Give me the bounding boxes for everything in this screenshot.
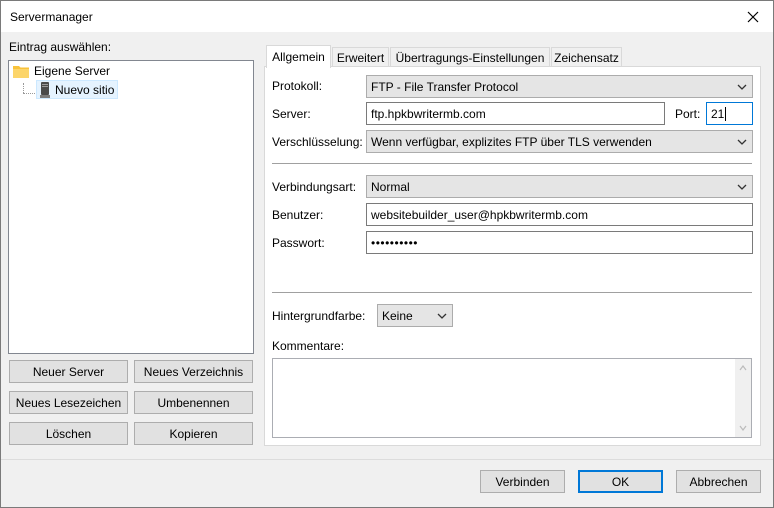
text-cursor (725, 106, 727, 121)
tab-advanced[interactable]: Erweitert (332, 47, 389, 67)
user-label: Benutzer: (272, 208, 324, 222)
new-folder-button[interactable]: Neues Verzeichnis (134, 360, 253, 383)
chevron-down-icon (737, 184, 747, 190)
tab-general[interactable]: Allgemein (266, 45, 331, 68)
tree-item-label: Nuevo sitio (55, 82, 115, 97)
password-input[interactable]: •••••••••• (366, 231, 753, 254)
chevron-down-icon (737, 139, 747, 145)
logon-type-label: Verbindungsart: (272, 180, 357, 194)
protocol-value: FTP - File Transfer Protocol (371, 79, 519, 94)
tree-item-label: Eigene Server (34, 64, 111, 78)
user-input[interactable]: websitebuilder_user@hpkbwritermb.com (366, 203, 753, 226)
connect-button[interactable]: Verbinden (480, 470, 565, 493)
window-title: Servermanager (10, 10, 93, 24)
scroll-up-icon[interactable] (738, 363, 748, 373)
tab-charset[interactable]: Zeichensatz (551, 47, 622, 67)
comments-textarea[interactable] (272, 358, 752, 438)
delete-button[interactable]: Löschen (9, 422, 128, 445)
separator (272, 163, 752, 164)
cancel-button[interactable]: Abbrechen (676, 470, 761, 493)
encryption-select[interactable]: Wenn verfügbar, explizites FTP über TLS … (366, 130, 753, 153)
background-color-select[interactable]: Keine (377, 304, 453, 327)
select-entry-label: Eintrag auswählen: (9, 40, 112, 54)
logon-type-value: Normal (371, 179, 410, 194)
ok-button[interactable]: OK (578, 470, 663, 493)
separator (272, 292, 752, 293)
close-icon (747, 11, 759, 22)
server-tree[interactable]: Eigene Server Nuevo sitio (8, 60, 254, 354)
tree-connector (23, 93, 35, 94)
port-label: Port: (675, 107, 701, 121)
chevron-down-icon (437, 313, 447, 319)
password-label: Passwort: (272, 236, 325, 250)
port-input[interactable]: 21 (706, 102, 753, 125)
protocol-label: Protokoll: (272, 79, 323, 93)
tab-transfer-settings[interactable]: Übertragungs-Einstellungen (390, 47, 550, 67)
protocol-select[interactable]: FTP - File Transfer Protocol (366, 75, 753, 98)
comments-scrollbar[interactable] (735, 359, 751, 437)
server-input[interactable]: ftp.hpkbwritermb.com (366, 102, 665, 125)
background-color-value: Keine (382, 308, 413, 323)
server-icon (40, 81, 50, 98)
tree-item-nuevo-sitio[interactable]: Nuevo sitio (36, 80, 119, 99)
logon-type-select[interactable]: Normal (366, 175, 753, 198)
port-value: 21 (711, 106, 725, 121)
rename-button[interactable]: Umbenennen (134, 391, 253, 414)
copy-button[interactable]: Kopieren (134, 422, 253, 445)
close-button[interactable] (733, 1, 773, 32)
background-color-label: Hintergrundfarbe: (272, 309, 366, 323)
encryption-value: Wenn verfügbar, explizites FTP über TLS … (371, 134, 652, 149)
server-manager-window: Servermanager Eintrag auswählen: Eigene … (0, 0, 774, 508)
new-bookmark-button[interactable]: Neues Lesezeichen (9, 391, 128, 414)
scroll-down-icon[interactable] (738, 423, 748, 433)
server-label: Server: (272, 107, 311, 121)
encryption-label: Verschlüsselung: (272, 135, 363, 149)
separator (1, 459, 773, 460)
new-server-button[interactable]: Neuer Server (9, 360, 128, 383)
tree-connector (23, 83, 24, 93)
tree-item-own-servers[interactable]: Eigene Server (13, 64, 110, 78)
title-bar: Servermanager (1, 1, 773, 32)
chevron-down-icon (737, 84, 747, 90)
folder-icon (13, 66, 29, 78)
comments-label: Kommentare: (272, 339, 345, 353)
